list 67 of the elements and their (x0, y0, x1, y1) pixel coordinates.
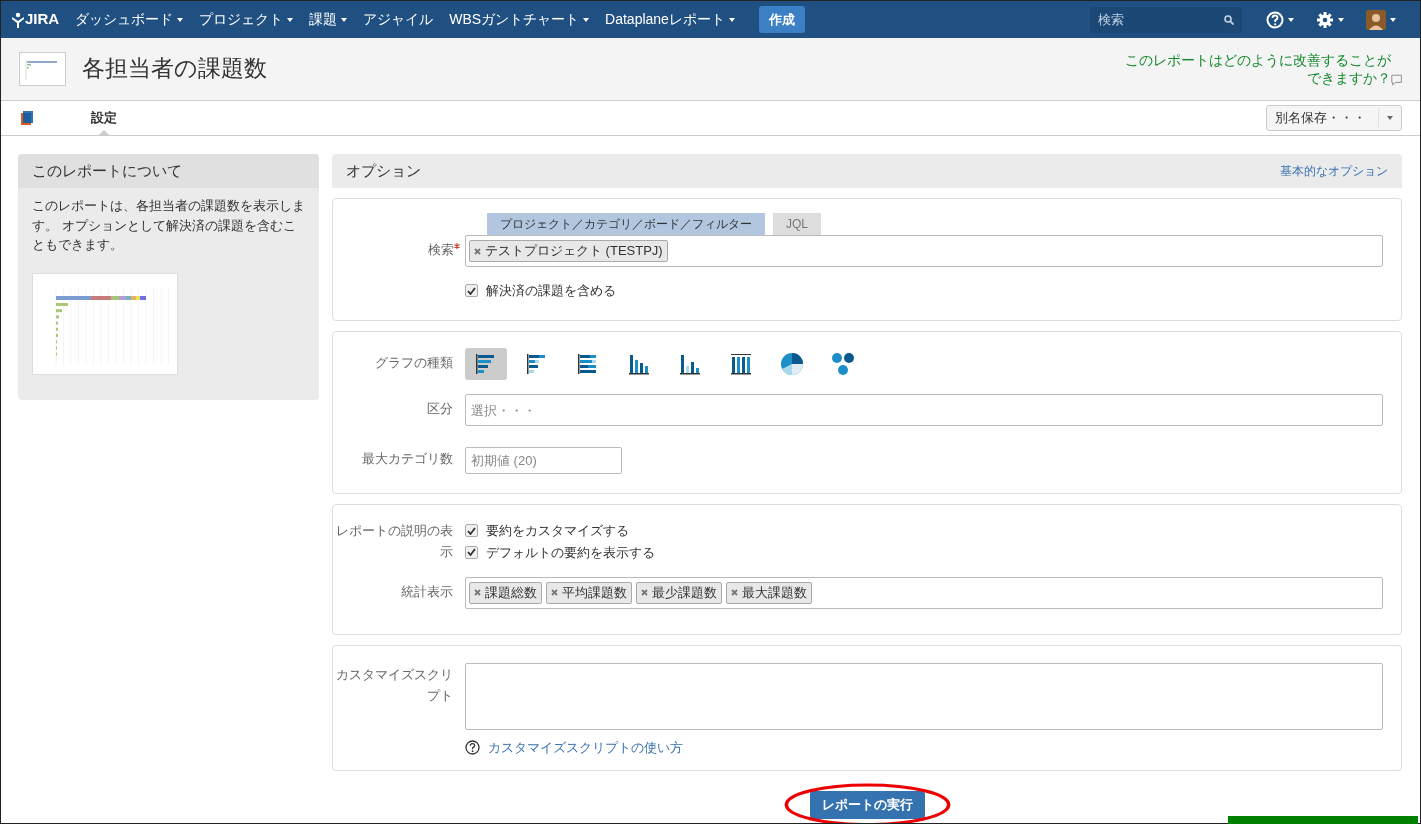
check-icon (467, 286, 476, 295)
nav-menu[interactable]: Dataplaneレポート (597, 9, 743, 30)
pie-chart-icon (780, 352, 804, 376)
nav-menu[interactable]: 課題 (301, 9, 356, 30)
comment-icon (1390, 73, 1402, 88)
logo-text[interactable]: JIRA (25, 8, 60, 31)
token[interactable]: 平均課題数 (546, 581, 632, 604)
field-label: カスタマイズスクリプト (336, 667, 453, 703)
field-label: 最大カテゴリ数 (362, 451, 453, 466)
stacked-column-chart-icon (729, 352, 753, 376)
token[interactable]: 最大課題数 (726, 581, 812, 604)
field-label: 検索 (428, 242, 454, 257)
script-field[interactable] (465, 663, 1383, 730)
remove-icon[interactable] (551, 589, 558, 597)
token[interactable]: 課題総数 (469, 581, 542, 604)
checkbox-label: デフォルトの要約を表示する (486, 543, 655, 562)
run-report-button[interactable]: レポートの実行 (809, 791, 925, 819)
check-icon (467, 548, 476, 557)
token[interactable]: テストプロジェクト (TESTPJ) (469, 240, 668, 262)
search-field[interactable]: テストプロジェクト (TESTPJ) (465, 235, 1383, 267)
checkbox-label: 解決済の課題を含める (486, 282, 616, 300)
nav-menu[interactable]: WBSガントチャート (441, 9, 598, 30)
remove-icon[interactable] (474, 589, 481, 597)
column-chart-icon (627, 352, 651, 376)
panel-description: このレポートは、各担当者の課題数を表示します。 オプションとして解決済の課題を含むこともできます。 (31, 197, 306, 254)
help-icon (465, 740, 480, 756)
circles-icon (831, 352, 855, 376)
checkbox[interactable] (465, 524, 478, 538)
panel-title: このレポートについて (18, 154, 319, 188)
category-field[interactable]: 選択・・・ (465, 394, 1383, 426)
avatar-icon (1366, 9, 1386, 30)
statistics-field[interactable]: 課題総数 平均課題数 最少課題数 最大課題数 (465, 576, 1383, 609)
stacked-column-chart-icon (678, 352, 702, 376)
panel-title: オプション (346, 160, 421, 181)
nav-menu[interactable]: プロジェクト (191, 9, 302, 30)
field-label: レポートの説明の表示 (336, 523, 453, 559)
nav-menu[interactable]: ダッシュボード (67, 9, 192, 30)
basic-options-link[interactable]: 基本的なオプション (1280, 162, 1388, 180)
caret-icon (1387, 116, 1393, 120)
checkbox[interactable] (465, 284, 478, 298)
required-icon (454, 243, 460, 249)
field-label: 区分 (427, 401, 453, 416)
nav-menu[interactable]: アジャイル (355, 9, 442, 30)
check-icon (467, 526, 476, 535)
gear-icon (1316, 10, 1334, 29)
logo-icon (11, 11, 25, 28)
remove-icon[interactable] (731, 589, 738, 597)
save-as-button[interactable]: 別名保存・・・ (1266, 105, 1402, 131)
create-button[interactable]: 作成 (758, 5, 805, 34)
help-link[interactable]: カスタマイズスクリプトの使い方 (488, 738, 683, 758)
report-icon (19, 110, 35, 126)
checkbox[interactable] (465, 545, 478, 559)
search-icon (1224, 14, 1234, 25)
mode-tab[interactable]: プロジェクト／カテゴリ／ボード／フィルター (487, 213, 765, 235)
search-field[interactable]: 検索 (1090, 6, 1242, 33)
help-icon (1266, 10, 1284, 29)
remove-icon[interactable] (474, 247, 481, 255)
field-label: 統計表示 (401, 583, 453, 599)
feedback-link[interactable]: このレポートはどのように改善することができますか？ (1112, 50, 1391, 88)
tab[interactable]: 設定 (85, 101, 123, 135)
token[interactable]: 最少課題数 (636, 581, 722, 604)
max-categories-field[interactable]: 初期値 (20) (465, 447, 622, 474)
field-label: グラフの種類 (375, 355, 453, 370)
remove-icon[interactable] (641, 589, 648, 597)
report-thumbnail (19, 52, 66, 86)
checkbox-label: 要約をカスタマイズする (486, 522, 629, 540)
page-title: 各担当者の課題数 (82, 55, 267, 83)
